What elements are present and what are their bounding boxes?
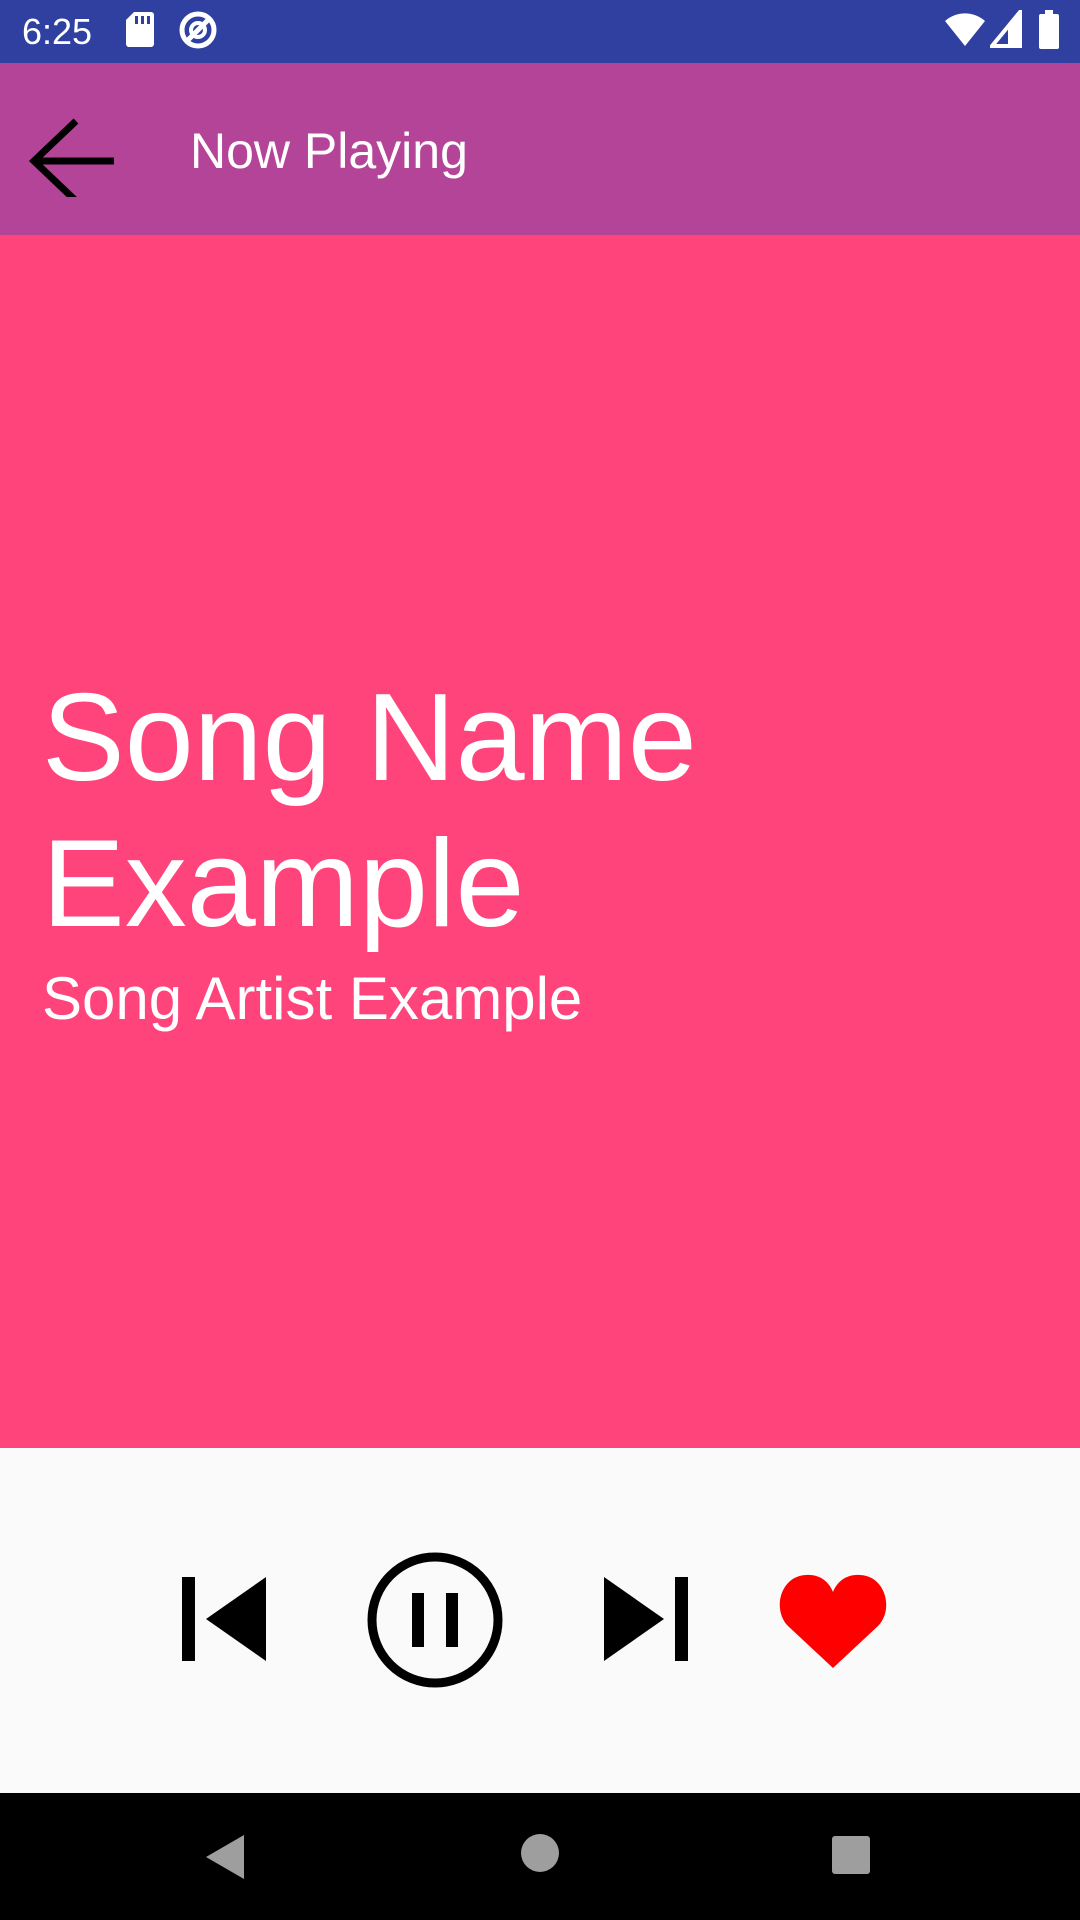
skip-next-icon [604,1577,688,1661]
skip-next-button[interactable] [600,1573,692,1665]
wifi-icon [945,13,985,46]
app-bar: Now Playing [0,63,1080,235]
nav-recents-button[interactable] [831,1835,871,1875]
nav-home-button[interactable] [520,1833,560,1873]
data-saver-icon [179,11,217,49]
cell-signal-icon [990,10,1022,48]
battery-icon [1039,10,1059,49]
nav-back-button[interactable] [202,1833,250,1881]
pause-circle-icon [367,1552,503,1688]
arrow-back-icon [28,118,114,204]
favorite-button[interactable] [778,1570,888,1670]
system-nav-bar [0,1793,1080,1920]
skip-previous-icon [182,1577,266,1661]
skip-previous-button[interactable] [178,1573,270,1665]
status-time: 6:25 [22,11,93,52]
back-triangle-icon [206,1835,244,1879]
page-title: Now Playing [190,123,468,179]
status-bar: 6:25 [0,0,1080,63]
heart-icon [779,1574,887,1668]
back-button[interactable] [22,87,132,204]
song-name: Song Name Example [42,669,697,953]
home-circle-icon [521,1834,559,1872]
playback-controls [0,1448,1080,1793]
recents-square-icon [832,1836,870,1874]
now-playing-panel: Song Name Example Song Artist Example [0,235,1080,1448]
song-artist: Song Artist Example [42,965,583,1032]
sd-card-icon [126,12,154,47]
pause-button[interactable] [364,1549,506,1691]
